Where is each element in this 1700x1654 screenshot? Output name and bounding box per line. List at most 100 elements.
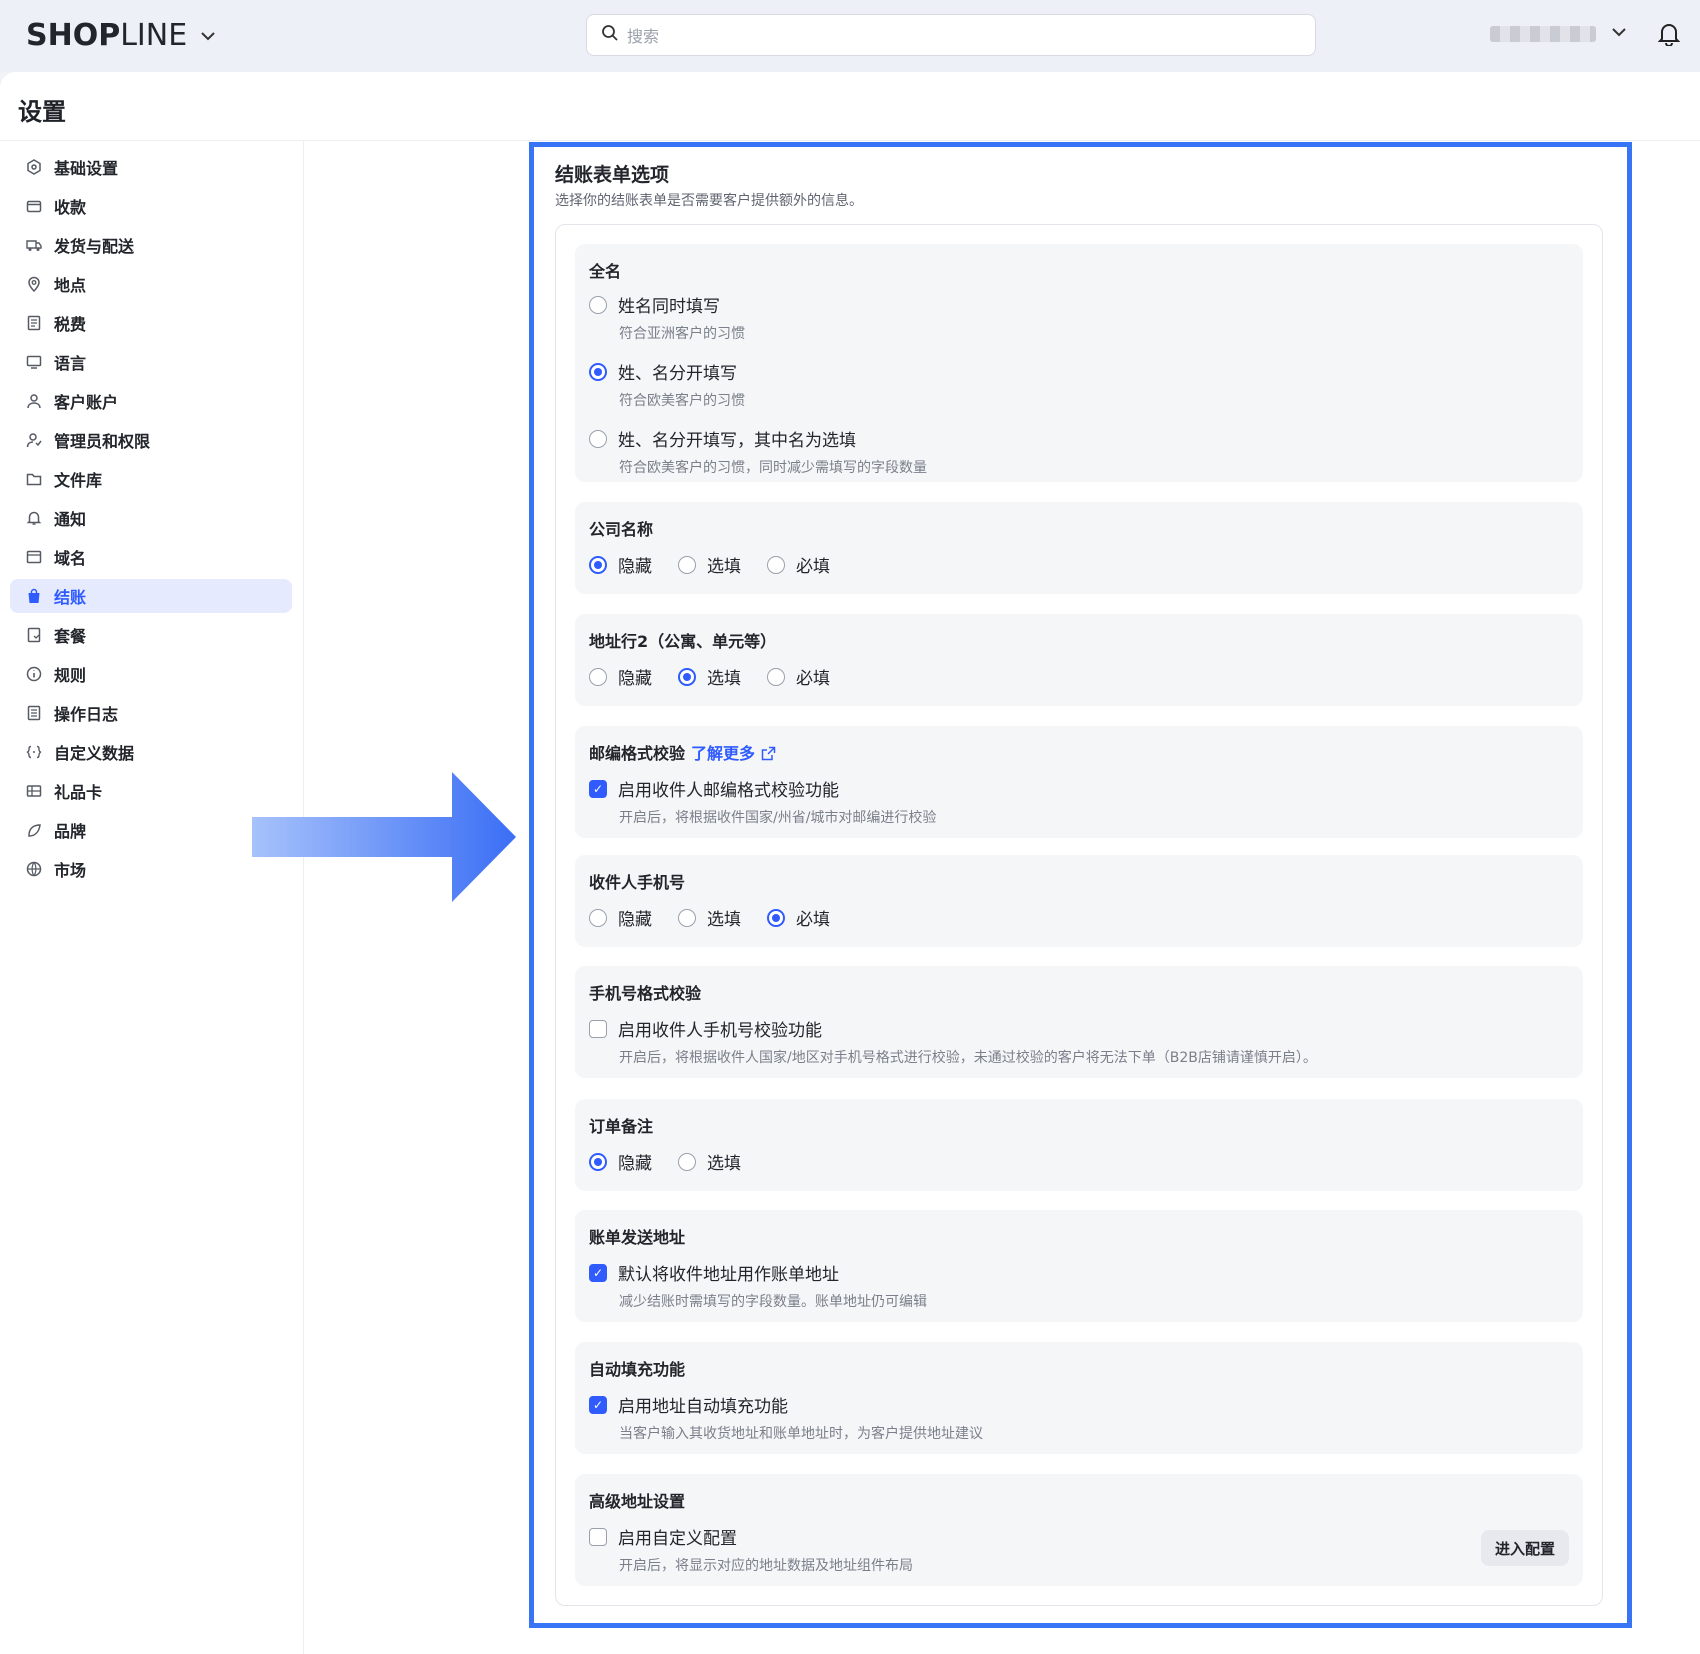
radio-button[interactable] xyxy=(767,667,785,686)
sidebar-item-policies[interactable]: 规则 xyxy=(10,657,292,691)
option-label: 隐藏 xyxy=(618,557,652,577)
radio-button[interactable] xyxy=(589,429,607,448)
sidebar-item-brand[interactable]: 品牌 xyxy=(10,813,292,847)
sidebar-item-customer-accounts[interactable]: 客户账户 xyxy=(10,384,292,418)
title-divider xyxy=(0,140,1700,141)
company-option-required[interactable]: 必填 xyxy=(767,552,830,577)
radio-button-selected[interactable] xyxy=(767,908,785,927)
sidebar-item-taxes[interactable]: 税费 xyxy=(10,306,292,340)
sidebar-item-label: 自定义数据 xyxy=(54,744,135,763)
bell-icon xyxy=(24,508,44,528)
phone-option-optional[interactable]: 选填 xyxy=(678,905,741,930)
radio-button-selected[interactable] xyxy=(589,1152,607,1171)
sidebar-item-label: 规则 xyxy=(54,666,87,685)
shopline-logo[interactable]: SHOP LINE xyxy=(26,18,215,53)
option-label: 启用收件人邮编格式校验功能 xyxy=(618,781,839,801)
section-title: 结账表单选项 xyxy=(555,164,670,186)
enter-config-button[interactable]: 进入配置 xyxy=(1480,1530,1569,1566)
sidebar-item-domains[interactable]: 域名 xyxy=(10,540,292,574)
full-name-option-separate-optional[interactable]: 姓、名分开填写，其中名为选填 xyxy=(589,426,1569,451)
radio-button-selected[interactable] xyxy=(678,667,696,686)
address2-option-optional[interactable]: 选填 xyxy=(678,664,741,689)
chevron-down-icon[interactable] xyxy=(201,26,215,45)
settings-hex-icon xyxy=(24,157,44,177)
custom-config-checkbox[interactable]: 启用自定义配置 xyxy=(589,1524,1569,1549)
radio-button-selected[interactable] xyxy=(589,362,607,381)
user-account-avatar[interactable] xyxy=(1490,26,1596,42)
gift-card-icon xyxy=(24,781,44,801)
sidebar-item-plans[interactable]: 套餐 xyxy=(10,618,292,652)
autofill-checkbox[interactable]: ✓ 启用地址自动填充功能 xyxy=(589,1392,1569,1417)
address2-option-required[interactable]: 必填 xyxy=(767,664,830,689)
address2-option-hide[interactable]: 隐藏 xyxy=(589,664,652,689)
chevron-down-icon[interactable] xyxy=(1612,22,1626,41)
billing-address-group: 账单发送地址 ✓ 默认将收件地址用作账单地址 减少结账时需填写的字段数量。账单地址… xyxy=(575,1210,1583,1322)
checkbox-checked[interactable]: ✓ xyxy=(589,779,607,798)
sidebar-item-markets[interactable]: 市场 xyxy=(10,852,292,886)
option-hint: 减少结账时需填写的字段数量。账单地址仍可编辑 xyxy=(619,1294,927,1310)
radio-button[interactable] xyxy=(678,555,696,574)
billing-default-checkbox[interactable]: ✓ 默认将收件地址用作账单地址 xyxy=(589,1260,1569,1285)
sidebar-item-payments[interactable]: 收款 xyxy=(10,189,292,223)
sidebar-item-label: 文件库 xyxy=(54,471,103,490)
search-input[interactable]: 搜索 xyxy=(586,14,1316,56)
phone-group: 收件人手机号 隐藏 选填 必填 xyxy=(575,855,1583,947)
sidebar-item-checkout[interactable]: 结账 xyxy=(10,579,292,613)
radio-button[interactable] xyxy=(767,555,785,574)
search-icon xyxy=(601,24,619,46)
option-hint: 开启后，将显示对应的地址数据及地址组件布局 xyxy=(619,1558,913,1574)
sidebar-item-admins[interactable]: 管理员和权限 xyxy=(10,423,292,457)
full-name-option-combined[interactable]: 姓名同时填写 xyxy=(589,292,1569,317)
sidebar-item-gift-cards[interactable]: 礼品卡 xyxy=(10,774,292,808)
radio-button[interactable] xyxy=(589,295,607,314)
phone-option-hide[interactable]: 隐藏 xyxy=(589,905,652,930)
sidebar-item-basic-settings[interactable]: 基础设置 xyxy=(10,150,292,184)
sidebar-item-label: 发货与配送 xyxy=(54,237,135,256)
option-hint: 符合欧美客户的习惯，同时减少需填写的字段数量 xyxy=(619,460,927,476)
radio-button[interactable] xyxy=(678,908,696,927)
sidebar-item-custom-data[interactable]: 自定义数据 xyxy=(10,735,292,769)
sidebar-item-languages[interactable]: 语言 xyxy=(10,345,292,379)
sidebar-item-shipping[interactable]: 发货与配送 xyxy=(10,228,292,262)
postcode-validation-checkbox[interactable]: ✓ 启用收件人邮编格式校验功能 xyxy=(589,776,1569,801)
full-name-option-separate[interactable]: 姓、名分开填写 xyxy=(589,359,1569,384)
phone-format-checkbox[interactable]: 启用收件人手机号校验功能 xyxy=(589,1016,1569,1041)
option-label: 必填 xyxy=(796,910,830,930)
sidebar-item-locations[interactable]: 地点 xyxy=(10,267,292,301)
checkbox-checked[interactable]: ✓ xyxy=(589,1263,607,1282)
checkbox-unchecked[interactable] xyxy=(589,1019,607,1038)
option-label: 必填 xyxy=(796,669,830,689)
phone-option-required[interactable]: 必填 xyxy=(767,905,830,930)
sidebar-item-notifications[interactable]: 通知 xyxy=(10,501,292,535)
company-option-optional[interactable]: 选填 xyxy=(678,552,741,577)
radio-button-selected[interactable] xyxy=(589,555,607,574)
info-icon xyxy=(24,664,44,684)
order-note-option-optional[interactable]: 选填 xyxy=(678,1149,741,1174)
order-note-option-hide[interactable]: 隐藏 xyxy=(589,1149,652,1174)
bell-icon[interactable] xyxy=(1657,22,1681,50)
sidebar-item-label: 域名 xyxy=(54,549,87,568)
sidebar-item-label: 地点 xyxy=(54,276,87,295)
external-link-icon xyxy=(761,744,776,763)
sidebar-item-file-library[interactable]: 文件库 xyxy=(10,462,292,496)
location-pin-icon xyxy=(24,274,44,294)
postcode-validation-group: 邮编格式校验 了解更多 ✓ 启用收件人邮编格式校验功能 开启后，将根据收件国家/州省… xyxy=(575,726,1583,838)
group-title: 邮编格式校验 了解更多 xyxy=(589,740,1569,763)
radio-button[interactable] xyxy=(589,908,607,927)
option-label: 选填 xyxy=(707,557,741,577)
learn-more-text: 了解更多 xyxy=(691,744,756,763)
sidebar-item-label: 操作日志 xyxy=(54,705,119,724)
learn-more-link[interactable]: 了解更多 xyxy=(691,744,776,763)
checkbox-unchecked[interactable] xyxy=(589,1527,607,1546)
radio-button[interactable] xyxy=(589,667,607,686)
shopping-bag-icon xyxy=(24,586,44,606)
sidebar-item-activity-log[interactable]: 操作日志 xyxy=(10,696,292,730)
checkbox-checked[interactable]: ✓ xyxy=(589,1395,607,1414)
option-hint: 开启后，将根据收件人国家/地区对手机号格式进行校验，未通过校验的客户将无法下单（… xyxy=(619,1050,1317,1066)
sidebar-item-label: 基础设置 xyxy=(54,159,119,178)
option-label: 隐藏 xyxy=(618,1154,652,1174)
advanced-address-group: 高级地址设置 启用自定义配置 开启后，将显示对应的地址数据及地址组件布局 进入配… xyxy=(575,1474,1583,1586)
radio-button[interactable] xyxy=(678,1152,696,1171)
sidebar-item-label: 收款 xyxy=(54,198,87,217)
company-option-hide[interactable]: 隐藏 xyxy=(589,552,652,577)
